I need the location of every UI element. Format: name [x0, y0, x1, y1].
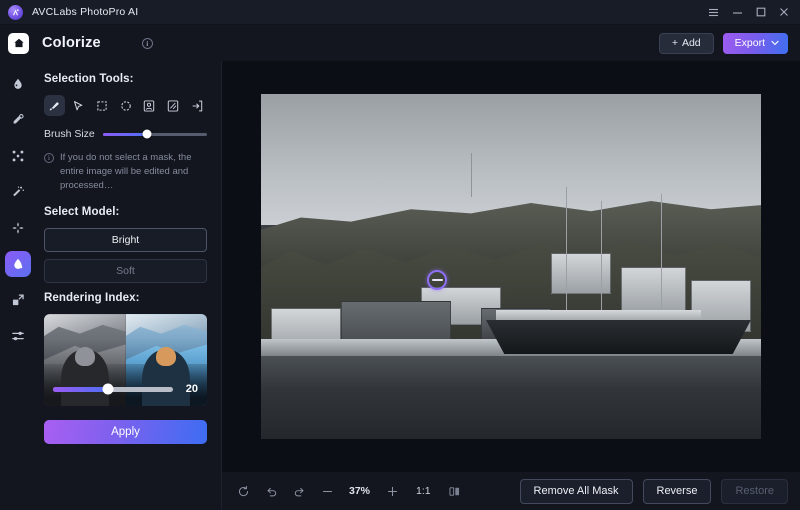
sidebar-item-colorize[interactable] — [5, 251, 31, 277]
image-water — [261, 356, 761, 439]
minimize-icon[interactable] — [732, 8, 743, 17]
sidebar-item-resize[interactable] — [5, 287, 31, 313]
rendering-index-slider[interactable] — [53, 387, 173, 392]
close-icon[interactable] — [779, 7, 789, 17]
mask-actions: Remove All Mask Reverse Restore — [520, 479, 788, 504]
selection-tools-label: Selection Tools: — [44, 73, 207, 85]
sidebar-item-magic[interactable] — [5, 179, 31, 205]
remove-all-mask-button[interactable]: Remove All Mask — [520, 479, 633, 504]
mask-hint: i If you do not select a mask, the entir… — [44, 151, 207, 192]
info-icon: i — [44, 153, 54, 163]
rendering-index-label: Rendering Index: — [44, 292, 207, 304]
header-left: Colorize i — [0, 25, 222, 61]
chevron-down-icon — [771, 39, 779, 48]
rendering-index-control: 20 — [53, 383, 198, 395]
app-window: AVCLabs PhotoPro AI Colorize i — [0, 0, 800, 510]
brush-size-knob[interactable] — [142, 130, 151, 139]
add-button[interactable]: + Add — [659, 33, 714, 54]
icon-rail — [0, 61, 36, 510]
mask-hint-text: If you do not select a mask, the entire … — [60, 151, 205, 192]
sidebar-item-upscale[interactable] — [5, 143, 31, 169]
edited-image[interactable] — [261, 94, 761, 439]
image-sky — [261, 94, 761, 225]
maximize-icon[interactable] — [756, 7, 766, 17]
model-bright[interactable]: Bright — [44, 228, 207, 252]
canvas-area: 37% 1:1 Remove All Mask Reverse Restore — [222, 61, 800, 510]
image-building — [551, 253, 611, 294]
undo-icon[interactable] — [258, 479, 284, 503]
reset-icon[interactable] — [230, 479, 256, 503]
export-button[interactable]: Export — [723, 33, 788, 54]
redo-icon[interactable] — [286, 479, 312, 503]
selection-tools-row — [44, 95, 207, 116]
window-controls — [708, 7, 792, 17]
menu-icon[interactable] — [708, 8, 719, 17]
sidebar-item-adjust[interactable] — [5, 323, 31, 349]
tool-pattern[interactable] — [163, 95, 184, 116]
home-icon[interactable] — [8, 33, 29, 54]
tool-panel-inner: Selection Tools: — [36, 73, 221, 444]
reverse-button[interactable]: Reverse — [643, 479, 712, 504]
bottom-toolbar: 37% 1:1 Remove All Mask Reverse Restore — [222, 472, 800, 510]
restore-button: Restore — [721, 479, 788, 504]
image-antenna — [471, 153, 472, 198]
avclabs-logo-icon — [8, 5, 23, 20]
tool-import-mask[interactable] — [186, 95, 207, 116]
tool-rectangle[interactable] — [91, 95, 112, 116]
header: Colorize i + Add Export — [0, 25, 800, 61]
image-building — [621, 267, 686, 315]
apply-button[interactable]: Apply — [44, 420, 207, 444]
brush-size-label: Brush Size — [44, 128, 95, 140]
fit-ratio-button[interactable]: 1:1 — [407, 485, 440, 497]
brush-size-fill — [103, 133, 147, 136]
rendering-index-fill — [53, 387, 108, 392]
titlebar: AVCLabs PhotoPro AI — [0, 0, 800, 25]
sidebar-item-enhance[interactable] — [5, 71, 31, 97]
plus-icon: + — [672, 37, 678, 49]
app-title: AVCLabs PhotoPro AI — [32, 6, 138, 18]
info-icon[interactable]: i — [142, 38, 153, 49]
tool-pointer[interactable] — [68, 95, 89, 116]
body: Selection Tools: — [0, 61, 800, 510]
tool-portrait[interactable] — [139, 95, 160, 116]
brush-cursor-icon — [427, 270, 447, 290]
sidebar-item-background[interactable] — [5, 215, 31, 241]
add-button-label: Add — [682, 37, 701, 49]
rendering-index-value: 20 — [182, 383, 198, 395]
canvas-viewport[interactable] — [222, 61, 800, 472]
compare-split-icon[interactable] — [442, 479, 468, 503]
tool-ellipse[interactable] — [115, 95, 136, 116]
zoom-out-button[interactable] — [314, 479, 340, 503]
rendering-index-knob[interactable] — [103, 384, 114, 395]
header-actions: + Add Export — [222, 33, 800, 54]
sidebar-item-retouch[interactable] — [5, 107, 31, 133]
brush-size-slider[interactable] — [103, 133, 207, 136]
tool-panel: Selection Tools: — [36, 61, 222, 510]
model-soft[interactable]: Soft — [44, 259, 207, 283]
tool-brush[interactable] — [44, 95, 65, 116]
export-button-label: Export — [735, 37, 765, 49]
image-boat — [486, 320, 751, 355]
zoom-controls: 37% 1:1 — [230, 479, 468, 503]
page-title: Colorize — [42, 35, 101, 51]
zoom-in-button[interactable] — [379, 479, 405, 503]
rendering-index-preview[interactable]: 20 — [44, 314, 207, 406]
select-model-label: Select Model: — [44, 206, 207, 218]
brush-size-control: Brush Size — [44, 128, 207, 140]
zoom-level: 37% — [342, 485, 377, 497]
